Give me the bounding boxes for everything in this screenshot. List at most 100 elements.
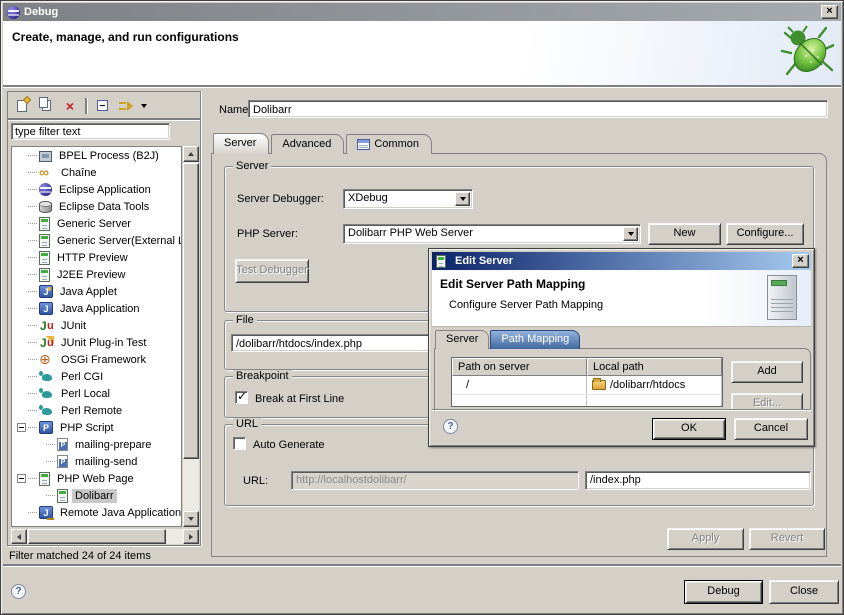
debug-button[interactable]: Debug <box>684 580 763 604</box>
configure-server-button[interactable]: Configure... <box>726 223 804 245</box>
url-base-input[interactable]: http://localhostdolibarr/ <box>291 471 579 490</box>
tree-item[interactable]: mailing-prepare <box>12 436 181 453</box>
tree-item[interactable]: Java Application <box>12 300 181 317</box>
configurations-sidebar: × BPEL Process (B2J)ChaîneEclipse Applic… <box>7 91 201 546</box>
bug-icon <box>780 24 834 83</box>
close-button[interactable]: Close <box>769 580 839 604</box>
auto-generate-checkbox[interactable] <box>233 437 246 450</box>
revert-button[interactable]: Revert <box>749 528 825 550</box>
tree-item[interactable]: Perl Remote <box>12 402 181 419</box>
tree-guide <box>28 393 37 394</box>
php-server-select[interactable]: Dolibarr PHP Web Server <box>343 224 641 244</box>
hscroll-thumb[interactable] <box>28 529 166 544</box>
tree-item-label: J2EE Preview <box>54 268 128 282</box>
tree-item[interactable]: Chaîne <box>12 164 181 181</box>
tree-item[interactable]: BPEL Process (B2J) <box>12 147 181 164</box>
tree-guide <box>28 376 37 377</box>
close-dialog-icon[interactable]: × <box>792 254 809 268</box>
tree-item[interactable]: Perl Local <box>12 385 181 402</box>
apply-button[interactable]: Apply <box>667 528 744 550</box>
tree-horizontal-scrollbar[interactable] <box>11 529 199 544</box>
scroll-down-icon[interactable] <box>183 511 199 527</box>
tree-guide <box>28 172 37 173</box>
tree-item-label: Perl Local <box>58 387 113 401</box>
scroll-up-icon[interactable] <box>183 146 199 162</box>
delete-icon[interactable]: × <box>58 96 82 116</box>
cancel-button[interactable]: Cancel <box>734 418 808 440</box>
tree-guide <box>28 189 37 190</box>
tree-guide <box>28 223 37 224</box>
tree-item[interactable]: Eclipse Data Tools <box>12 198 181 215</box>
chevron-down-icon[interactable] <box>455 192 470 206</box>
tree-item[interactable]: PHP Web Page <box>12 470 181 487</box>
break-first-line-checkbox[interactable]: ✓ <box>235 391 248 404</box>
server-debugger-select[interactable]: XDebug <box>343 189 473 209</box>
tree-item[interactable]: J2EE Preview <box>12 266 181 283</box>
tree-item-label: Dolibarr <box>72 489 117 503</box>
tree-item[interactable]: Perl CGI <box>12 368 181 385</box>
tree-item[interactable]: PHP Script <box>12 419 181 436</box>
tree-item[interactable]: Java Applet <box>12 283 181 300</box>
filter-input[interactable] <box>11 123 170 140</box>
duplicate-icon[interactable] <box>34 96 58 116</box>
url-group-label: URL <box>233 418 261 430</box>
dialog-tab-server[interactable]: Server <box>435 330 489 349</box>
tree-item[interactable]: Eclipse Application <box>12 181 181 198</box>
column-path-on-server[interactable]: Path on server <box>452 358 587 376</box>
tree-guide <box>28 410 37 411</box>
footer-divider <box>3 564 841 566</box>
tree-item[interactable]: Generic Server <box>12 215 181 232</box>
add-mapping-button[interactable]: Add <box>731 361 803 383</box>
ok-button[interactable]: OK <box>652 418 726 440</box>
tab-common[interactable]: Common <box>346 134 432 154</box>
collapse-all-icon[interactable] <box>90 96 114 116</box>
tab-advanced[interactable]: Advanced <box>271 134 344 154</box>
tree-item[interactable]: OSGi Framework <box>12 351 181 368</box>
filter-menu-caret-icon[interactable] <box>138 96 150 116</box>
tab-server[interactable]: Server <box>213 133 269 154</box>
server-tower-icon <box>767 275 797 320</box>
scroll-right-icon[interactable] <box>183 529 199 544</box>
tree-item[interactable]: Remote Java Application <box>12 504 181 521</box>
collapse-expander-icon[interactable] <box>17 474 26 483</box>
scroll-left-icon[interactable] <box>11 529 27 544</box>
dialog-help-icon[interactable]: ? <box>443 419 458 434</box>
breakpoint-group-label: Breakpoint <box>233 370 292 382</box>
url-path-input[interactable]: /index.php <box>585 471 811 490</box>
tree-item[interactable]: HTTP Preview <box>12 249 181 266</box>
filter-icon[interactable] <box>114 96 138 116</box>
server-icon <box>436 255 446 268</box>
osgi-icon <box>39 353 54 367</box>
tree-guide <box>28 206 37 207</box>
tree-item-label: Generic Server(External La <box>54 234 182 248</box>
dialog-header: Edit Server Path Mapping Configure Serve… <box>432 270 811 327</box>
edit-server-dialog: Edit Server × Edit Server Path Mapping C… <box>428 248 815 447</box>
tree-item[interactable]: JUnit <box>12 317 181 334</box>
new-config-icon[interactable] <box>10 96 34 116</box>
tree-guide <box>46 495 55 496</box>
tree-item-label: PHP Web Page <box>54 472 137 486</box>
tree-vertical-scrollbar[interactable] <box>183 146 199 527</box>
chevron-down-icon[interactable] <box>623 227 638 241</box>
tree-item[interactable]: JUnit Plug-in Test <box>12 334 181 351</box>
tree-item[interactable]: Generic Server(External La <box>12 232 181 249</box>
new-server-button[interactable]: New <box>648 223 721 245</box>
close-window-icon[interactable]: × <box>821 5 838 19</box>
tree-item-label: Perl Remote <box>58 404 125 418</box>
help-icon[interactable]: ? <box>11 584 26 599</box>
vscroll-thumb[interactable] <box>183 163 199 459</box>
table-row[interactable]: //dolibarr/htdocs <box>452 376 722 394</box>
path-on-server-cell: / <box>452 376 587 394</box>
tree-item[interactable]: Dolibarr <box>12 487 181 504</box>
dialog-tab-path-mapping[interactable]: Path Mapping <box>490 330 580 349</box>
dialog-subheading: Configure Server Path Mapping <box>449 299 603 311</box>
name-input[interactable] <box>248 100 828 118</box>
dialog-titlebar: Edit Server × <box>432 252 811 270</box>
local-path-cell: /dolibarr/htdocs <box>587 376 722 394</box>
collapse-expander-icon[interactable] <box>17 423 26 432</box>
tree-item[interactable]: mailing-send <box>12 453 181 470</box>
toolbar-separator <box>85 98 87 114</box>
eclipse-logo-icon <box>7 6 20 19</box>
test-debugger-button[interactable]: Test Debugger <box>235 259 309 283</box>
column-local-path[interactable]: Local path <box>587 358 722 376</box>
